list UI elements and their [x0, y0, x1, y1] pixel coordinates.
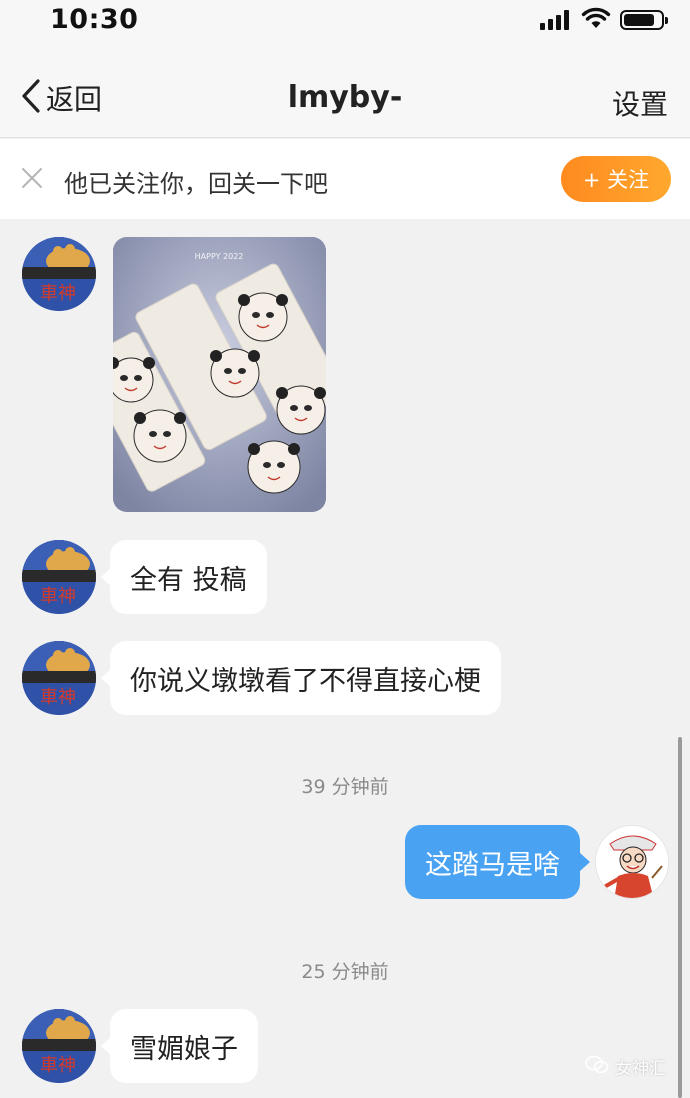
avatar[interactable]: 車神	[22, 540, 96, 614]
wechat-icon	[585, 1055, 609, 1079]
page-title: lmyby-	[287, 80, 403, 115]
follow-prompt-text: 他已关注你，回关一下吧	[64, 170, 328, 198]
watermark-text: 女神汇	[615, 1059, 666, 1079]
message-bubble-self[interactable]: 这踏马是啥	[405, 825, 580, 899]
scrollbar[interactable]	[678, 737, 682, 1098]
close-icon[interactable]	[20, 166, 44, 190]
nav-bar: 返回 lmyby- 设置	[0, 44, 690, 138]
avatar-label: 車神	[40, 1055, 76, 1076]
status-bar: 10:30	[0, 0, 690, 44]
battery-icon	[620, 10, 668, 30]
avatar-label: 車神	[40, 687, 76, 708]
signal-icon	[540, 8, 572, 30]
watermark: 女神汇	[585, 1054, 666, 1079]
wifi-icon	[581, 6, 611, 30]
message-bubble[interactable]: 你说义墩墩看了不得直接心梗	[110, 641, 501, 715]
status-time: 10:30	[50, 4, 139, 35]
follow-button[interactable]: + 关注	[561, 156, 671, 202]
image-watermark: HAPPY 2022	[195, 252, 244, 261]
timestamp: 25 分钟前	[301, 961, 389, 983]
settings-button[interactable]: 设置	[612, 83, 668, 123]
follow-prompt-bar: 他已关注你，回关一下吧 + 关注	[0, 139, 690, 219]
bubble-tail	[580, 853, 590, 871]
avatar-self[interactable]	[595, 825, 669, 899]
avatar[interactable]: 車神	[22, 237, 96, 311]
message-bubble[interactable]: 全有 投稿	[110, 540, 267, 614]
image-message[interactable]: HAPPY 2022	[113, 237, 326, 512]
avatar[interactable]: 車神	[22, 641, 96, 715]
message-bubble[interactable]: 雪媚娘子	[110, 1009, 258, 1083]
timestamp: 39 分钟前	[301, 776, 389, 798]
avatar[interactable]: 車神	[22, 1009, 96, 1083]
avatar-label: 車神	[40, 283, 76, 304]
avatar-label: 車神	[40, 586, 76, 607]
